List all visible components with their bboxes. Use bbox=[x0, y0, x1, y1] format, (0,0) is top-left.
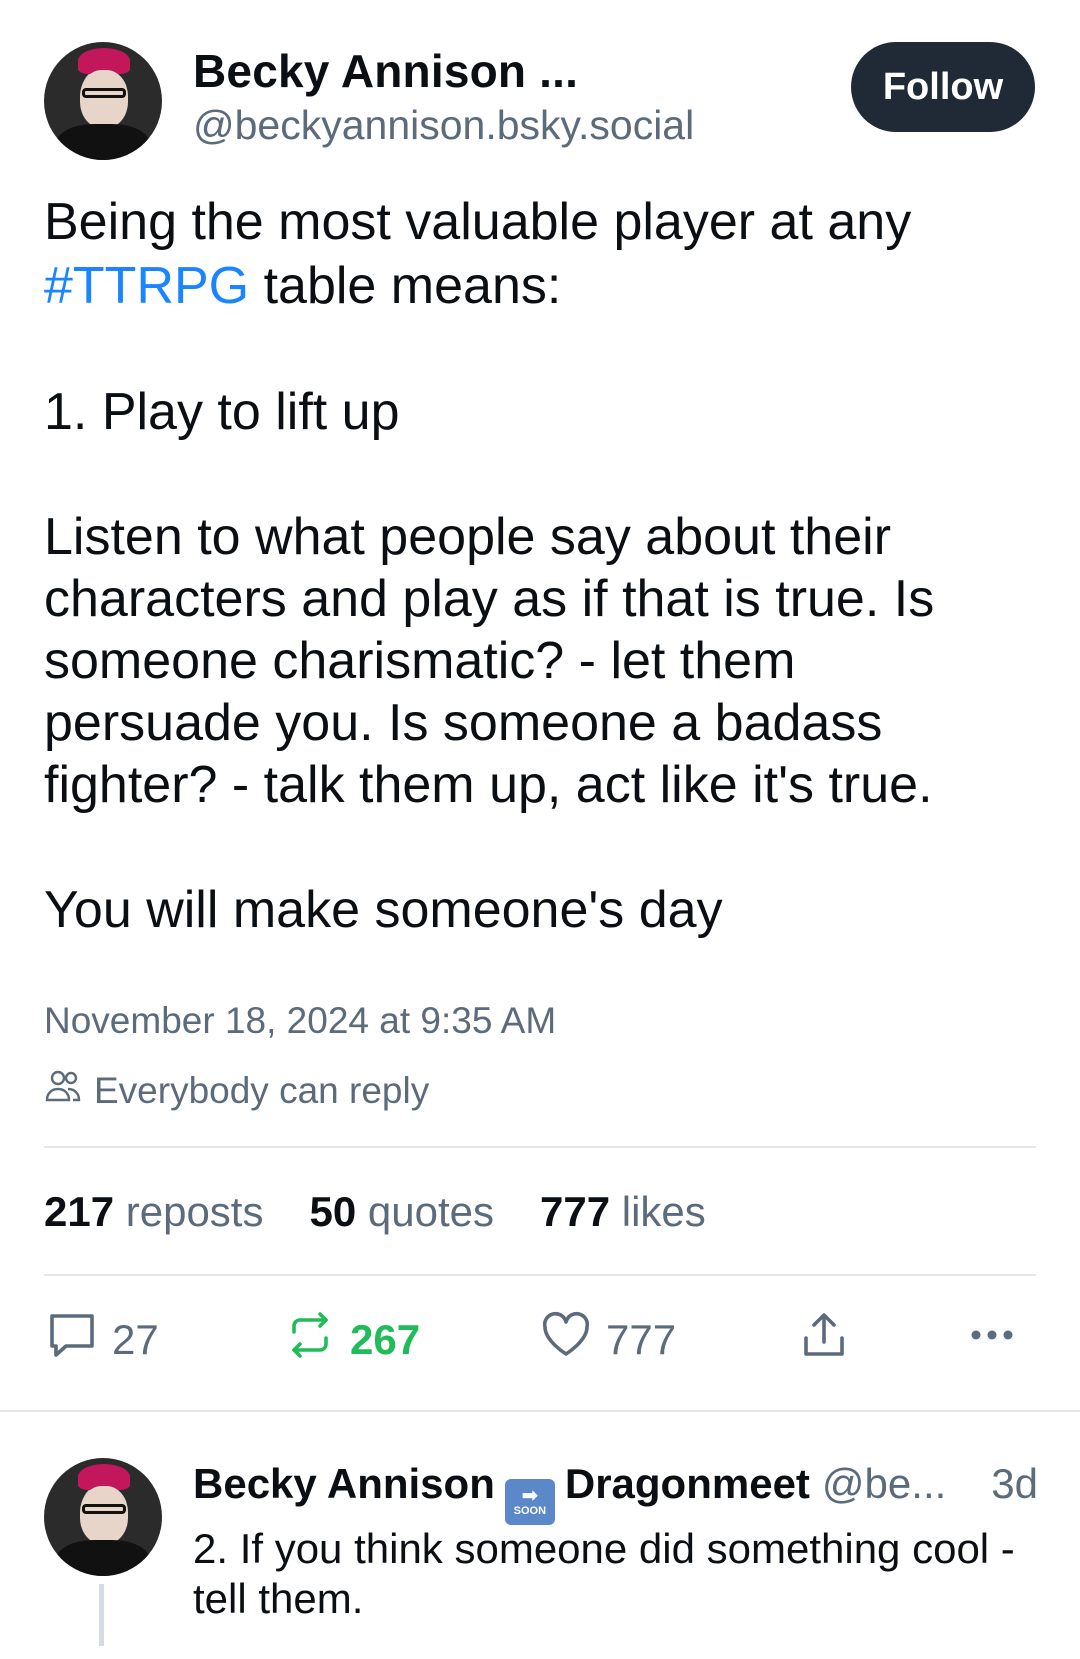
post-paragraph: Listen to what people say about their ch… bbox=[44, 508, 935, 814]
share-button[interactable] bbox=[798, 1310, 850, 1370]
like-button[interactable]: 777 bbox=[540, 1310, 676, 1370]
comment-icon bbox=[46, 1310, 98, 1370]
repost-count: 267 bbox=[350, 1316, 421, 1363]
like-count: 777 bbox=[606, 1316, 677, 1363]
reply-author-avatar[interactable] bbox=[44, 1458, 162, 1576]
divider bbox=[44, 1146, 1036, 1148]
follow-button[interactable]: Follow bbox=[851, 42, 1035, 132]
reply-setting[interactable]: Everybody can reply bbox=[44, 1068, 429, 1113]
thread-line bbox=[99, 1584, 104, 1646]
reply-button[interactable]: 27 bbox=[46, 1310, 159, 1370]
reply-setting-label: Everybody can reply bbox=[94, 1069, 430, 1111]
post-closing: You will make someone's day bbox=[44, 881, 723, 939]
people-icon bbox=[44, 1068, 82, 1113]
divider bbox=[44, 1274, 1036, 1276]
reply-author-name[interactable]: Becky Annison bbox=[193, 1460, 495, 1508]
reply-author-name-suffix[interactable]: Dragonmeet bbox=[565, 1460, 810, 1508]
more-icon bbox=[966, 1310, 1018, 1370]
reply-text: 2. If you think someone did something co… bbox=[193, 1525, 1015, 1622]
reply-count: 27 bbox=[112, 1316, 159, 1363]
post-intro-text: Being the most valuable player at any bbox=[44, 193, 912, 251]
repost-button[interactable]: 267 bbox=[284, 1310, 420, 1370]
repost-icon bbox=[284, 1310, 336, 1370]
post-body: Being the most valuable player at any #TT… bbox=[44, 190, 1044, 942]
post-timestamp: November 18, 2024 at 9:35 AM bbox=[44, 1000, 557, 1041]
author-handle[interactable]: @beckyannison.bsky.social bbox=[193, 102, 694, 149]
more-options-button[interactable] bbox=[966, 1310, 1018, 1370]
reposts-stat[interactable]: 217 reposts bbox=[44, 1188, 263, 1236]
reply-author-handle[interactable]: @be... bbox=[822, 1460, 946, 1508]
action-bar: 27 267 777 bbox=[44, 1310, 1036, 1380]
author-avatar[interactable] bbox=[44, 42, 162, 160]
post-intro-rest: table means: bbox=[249, 257, 562, 315]
main-post: Becky Annison ... @beckyannison.bsky.soc… bbox=[0, 0, 1080, 1412]
soon-emoji-label: SOON bbox=[513, 1505, 547, 1517]
post-stats: 217 reposts 50 quotes 777 likes bbox=[44, 1188, 706, 1236]
reply-time: 3d bbox=[991, 1460, 1038, 1507]
reply-header: Becky Annison ➡ SOON Dragonmeet @be... 3d bbox=[193, 1460, 1038, 1525]
likes-stat[interactable]: 777 likes bbox=[540, 1188, 706, 1236]
quotes-stat[interactable]: 50 quotes bbox=[309, 1188, 494, 1236]
post-intro: Being the most valuable player at any #TT… bbox=[44, 190, 1044, 318]
hashtag-link[interactable]: #TTRPG bbox=[44, 257, 249, 315]
soon-arrow-emoji: ➡ SOON bbox=[504, 1479, 555, 1525]
heart-icon bbox=[540, 1310, 592, 1370]
share-icon bbox=[798, 1310, 850, 1370]
reply-post[interactable]: Becky Annison ➡ SOON Dragonmeet @be... 3d… bbox=[0, 1412, 1080, 1659]
post-point-1: 1. Play to lift up bbox=[44, 383, 400, 441]
author-name[interactable]: Becky Annison ... bbox=[193, 44, 578, 98]
